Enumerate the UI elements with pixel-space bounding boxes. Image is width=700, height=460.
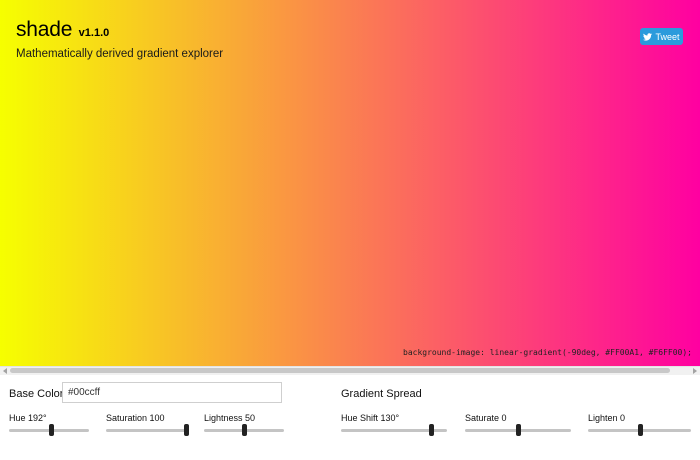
scrollbar-thumb[interactable] — [10, 368, 670, 373]
horizontal-scrollbar[interactable] — [0, 366, 700, 375]
saturation-slider-handle[interactable] — [184, 424, 189, 436]
lighten-slider-handle[interactable] — [637, 424, 643, 436]
saturate-slider-handle[interactable] — [516, 424, 521, 436]
scroll-right-arrow-icon[interactable] — [693, 368, 697, 374]
app-title: shade — [16, 18, 73, 41]
lightness-slider-handle[interactable] — [242, 424, 247, 436]
hue-slider-handle[interactable] — [49, 424, 55, 436]
tweet-label: Tweet — [655, 31, 680, 42]
saturation-label: Saturation 100 — [106, 413, 165, 423]
gradient-spread-label: Gradient Spread — [341, 388, 422, 400]
twitter-bird-icon — [643, 32, 653, 41]
lighten-slider[interactable] — [588, 424, 691, 436]
lightness-slider[interactable] — [204, 424, 284, 436]
gradient-css-output[interactable]: background-image: linear-gradient(-90deg… — [403, 348, 692, 357]
tweet-button[interactable]: Tweet — [640, 28, 683, 45]
saturation-slider[interactable] — [106, 424, 189, 436]
brand-header: shade v1.1.0 Mathematically derived grad… — [16, 18, 223, 60]
app-version: v1.1.0 — [78, 27, 110, 39]
hue-shift-label: Hue Shift 130° — [341, 413, 400, 423]
gradient-preview: shade v1.1.0 Mathematically derived grad… — [0, 0, 700, 366]
lightness-label: Lightness 50 — [204, 413, 256, 423]
hue-slider[interactable] — [9, 424, 89, 436]
hue-label: Hue 192° — [9, 413, 47, 423]
base-color-input[interactable] — [62, 382, 282, 403]
lighten-label: Lighten 0 — [588, 413, 626, 423]
app-subtitle: Mathematically derived gradient explorer — [16, 48, 224, 60]
hue-shift-slider[interactable] — [341, 424, 447, 436]
hue-shift-slider-handle[interactable] — [429, 424, 435, 436]
saturate-label: Saturate 0 — [465, 413, 507, 423]
saturate-slider[interactable] — [465, 424, 571, 436]
base-color-label: Base Color — [9, 388, 64, 400]
scroll-left-arrow-icon[interactable] — [3, 368, 7, 374]
